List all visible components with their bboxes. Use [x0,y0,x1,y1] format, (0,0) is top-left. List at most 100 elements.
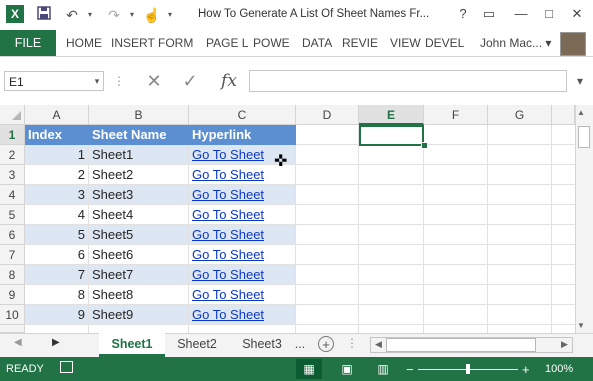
tab-data[interactable]: DATA [302,30,332,56]
vertical-scroll-thumb[interactable] [578,126,590,148]
undo-dropdown-icon[interactable]: ▾ [80,5,100,25]
sheet-name-cell[interactable]: Sheet1 [89,145,189,165]
row-header-5[interactable]: 5 [0,205,25,225]
header-cell-hyperlink[interactable]: Hyperlink [189,125,296,145]
go-to-sheet-link[interactable]: Go To Sheet [192,247,264,262]
row-header-6[interactable]: 6 [0,225,25,245]
column-header-a[interactable]: A [25,105,89,125]
redo-dropdown-icon[interactable]: ▾ [122,5,142,25]
page-layout-view-button[interactable]: ▣ [334,359,360,379]
hyperlink-cell[interactable]: Go To Sheet [189,205,296,225]
scroll-left-icon[interactable]: ◀ [375,339,382,350]
expand-formula-bar-icon[interactable]: ▾ [569,70,591,92]
sheet-tab-sheet1[interactable]: Sheet1 [99,333,165,357]
index-cell[interactable]: 3 [25,185,89,205]
tab-view[interactable]: VIEW [390,30,421,56]
hyperlink-cell[interactable]: Go To Sheet [189,245,296,265]
tab-formulas[interactable]: FORM [158,30,193,56]
go-to-sheet-link[interactable]: Go To Sheet [192,167,264,182]
macro-recording-icon[interactable] [60,361,73,373]
row-header-3[interactable]: 3 [0,165,25,185]
header-cell-sheet-name[interactable]: Sheet Name [89,125,189,145]
go-to-sheet-link[interactable]: Go To Sheet [192,147,264,162]
sheet-name-cell[interactable]: Sheet6 [89,245,189,265]
ribbon-display-options-button[interactable]: ▭ [478,3,500,25]
next-sheet-icon[interactable]: ▶ [52,337,60,348]
index-cell[interactable]: 8 [25,285,89,305]
name-box[interactable]: E1 [4,71,104,91]
save-icon[interactable] [34,5,54,25]
insert-function-button[interactable]: fx [214,68,244,94]
add-sheet-button[interactable]: + [318,336,334,352]
index-cell[interactable]: 7 [25,265,89,285]
sheet-name-cell[interactable]: Sheet9 [89,305,189,325]
scroll-up-icon[interactable]: ▲ [577,108,585,117]
zoom-in-button[interactable]: + [522,362,530,377]
minimize-button[interactable]: — [510,3,532,25]
zoom-out-button[interactable]: − [406,362,414,377]
previous-sheet-icon[interactable]: ◀ [14,337,22,348]
zoom-slider-knob[interactable] [466,364,470,374]
sheet-name-cell[interactable]: Sheet7 [89,265,189,285]
hyperlink-cell[interactable]: Go To Sheet [189,185,296,205]
excel-app-icon[interactable]: X [6,5,24,23]
go-to-sheet-link[interactable]: Go To Sheet [192,287,264,302]
enter-entry-icon[interactable]: ✓ [177,68,203,94]
avatar[interactable] [560,32,586,56]
formula-input[interactable] [249,70,567,92]
hyperlink-cell[interactable]: Go To Sheet [189,265,296,285]
tab-split-handle-icon[interactable]: ⋮ [346,336,358,350]
index-cell[interactable]: 4 [25,205,89,225]
page-break-view-button[interactable]: ▥ [370,359,396,379]
row-header-8[interactable]: 8 [0,265,25,285]
formula-bar-divider[interactable]: ⋮ [113,74,125,88]
sheet-name-cell[interactable]: Sheet2 [89,165,189,185]
row-header-10[interactable]: 10 [0,305,25,325]
sheet-name-cell[interactable]: Sheet4 [89,205,189,225]
help-button[interactable]: ? [452,3,474,25]
customize-quick-access-icon[interactable]: ▾ [160,5,180,25]
go-to-sheet-link[interactable]: Go To Sheet [192,267,264,282]
row-header-4[interactable]: 4 [0,185,25,205]
tab-insert[interactable]: INSERT [111,30,155,56]
user-name[interactable]: John Mac... ▾ [480,30,551,56]
index-cell[interactable]: 6 [25,245,89,265]
column-header-c[interactable]: C [189,105,296,125]
column-header-d[interactable]: D [296,105,359,125]
column-header-partial[interactable] [552,105,575,125]
tab-review[interactable]: REVIE [342,30,382,56]
redo-icon[interactable]: ↷ [104,5,124,25]
header-cell-index[interactable]: Index [25,125,89,145]
column-header-g[interactable]: G [488,105,552,125]
row-header-7[interactable]: 7 [0,245,25,265]
hyperlink-cell[interactable]: Go To Sheet [189,225,296,245]
row-header-1[interactable]: 1 [0,125,25,145]
index-cell[interactable]: 9 [25,305,89,325]
column-header-f[interactable]: F [424,105,488,125]
touch-mode-icon[interactable]: ☝ [142,5,162,25]
tab-home[interactable]: HOME [66,30,102,56]
scroll-down-icon[interactable]: ▼ [577,321,585,330]
cancel-entry-icon[interactable]: ✕ [141,68,167,94]
go-to-sheet-link[interactable]: Go To Sheet [192,207,264,222]
maximize-button[interactable]: □ [538,3,560,25]
sheet-tab-sheet2[interactable]: Sheet2 [167,333,227,357]
scroll-right-icon[interactable]: ▶ [561,339,568,350]
sheet-name-cell[interactable]: Sheet3 [89,185,189,205]
sheet-name-cell[interactable]: Sheet5 [89,225,189,245]
tab-developer[interactable]: DEVEL [425,30,467,56]
active-cell-e1[interactable] [359,125,424,146]
hyperlink-cell[interactable]: Go To Sheet [189,305,296,325]
row-header-2[interactable]: 2 [0,145,25,165]
name-box-dropdown-icon[interactable]: ▾ [90,71,104,91]
index-cell[interactable]: 1 [25,145,89,165]
undo-icon[interactable]: ↶ [62,5,82,25]
column-header-b[interactable]: B [89,105,189,125]
horizontal-scroll-thumb[interactable] [386,338,536,352]
go-to-sheet-link[interactable]: Go To Sheet [192,187,264,202]
hyperlink-cell[interactable]: Go To Sheet [189,285,296,305]
normal-view-button[interactable]: ▦ [296,359,322,379]
more-sheets-button[interactable]: ... [290,333,310,357]
index-cell[interactable]: 2 [25,165,89,185]
go-to-sheet-link[interactable]: Go To Sheet [192,307,264,322]
